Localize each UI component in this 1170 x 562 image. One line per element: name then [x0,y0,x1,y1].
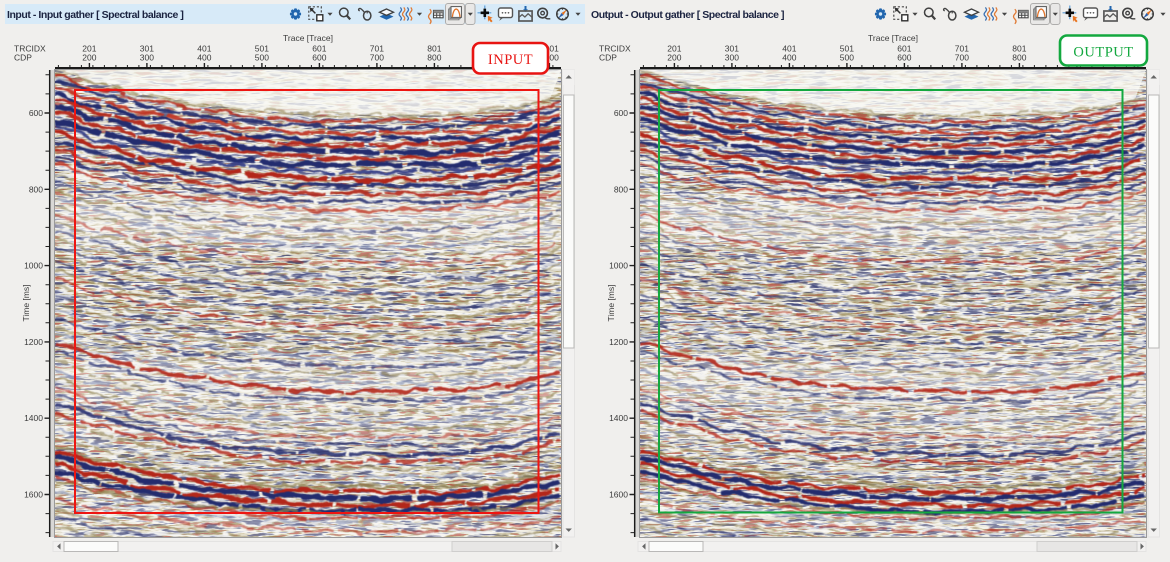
svg-text:1400: 1400 [609,413,628,423]
svg-text:400: 400 [197,53,211,63]
svg-text:1000: 1000 [609,261,628,271]
svg-text:800: 800 [614,184,628,194]
svg-text:700: 700 [955,53,969,63]
svg-text:600: 600 [614,108,628,118]
svg-text:800: 800 [427,53,441,63]
svg-text:300: 300 [140,53,154,63]
svg-text:INPUT: INPUT [488,52,533,68]
svg-text:1200: 1200 [609,337,628,347]
svg-text:600: 600 [312,53,326,63]
svg-text:500: 500 [255,53,269,63]
svg-text:CDP: CDP [14,53,32,63]
svg-text:1200: 1200 [24,337,43,347]
svg-text:200: 200 [82,53,96,63]
svg-text:800: 800 [29,184,43,194]
svg-text:800: 800 [1012,53,1026,63]
svg-text:600: 600 [29,108,43,118]
svg-text:Input - Input gather [ Spectra: Input - Input gather [ Spectral balance … [7,9,183,21]
svg-text:Time [ms]: Time [ms] [21,285,31,322]
svg-text:700: 700 [370,53,384,63]
svg-text:500: 500 [840,53,854,63]
svg-text:OUTPUT: OUTPUT [1073,45,1133,61]
svg-text:1000: 1000 [24,261,43,271]
svg-text:300: 300 [725,53,739,63]
svg-text:CDP: CDP [599,53,617,63]
svg-text:1600: 1600 [24,490,43,500]
svg-text:Trace [Trace]: Trace [Trace] [868,33,918,43]
svg-text:Time [ms]: Time [ms] [606,285,616,322]
svg-text:400: 400 [782,53,796,63]
svg-text:Trace [Trace]: Trace [Trace] [283,33,333,43]
svg-text:Output - Output gather [ Spect: Output - Output gather [ Spectral balanc… [591,9,784,21]
svg-text:200: 200 [667,53,681,63]
svg-text:1600: 1600 [609,490,628,500]
svg-text:600: 600 [897,53,911,63]
svg-text:1400: 1400 [24,413,43,423]
